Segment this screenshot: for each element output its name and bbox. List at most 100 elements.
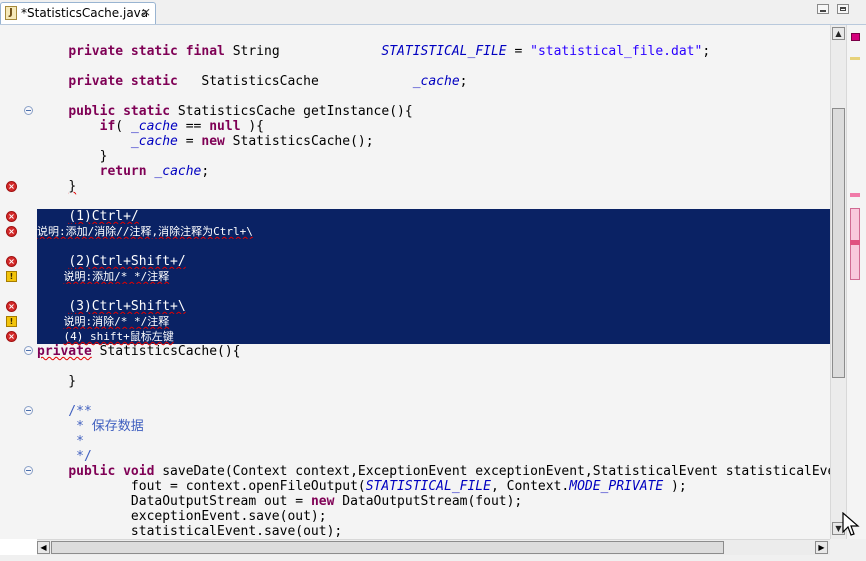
code-line[interactable]: private StatisticsCache(){ xyxy=(37,344,830,359)
editor-tab[interactable]: J *StatisticsCache.java ⨯ xyxy=(0,2,156,24)
code-line[interactable] xyxy=(37,359,830,374)
code-token: StatisticsCache(){ xyxy=(91,344,241,359)
code-line[interactable]: _cache = new StatisticsCache(); xyxy=(37,134,830,149)
code-line-selected[interactable]: 说明:添加/* */注释 xyxy=(37,269,830,284)
vertical-scroll-thumb[interactable] xyxy=(832,108,845,378)
code-token: return xyxy=(99,164,155,179)
mouse-cursor-icon xyxy=(842,512,860,536)
code-token: , Context. xyxy=(490,479,570,494)
code-token: = xyxy=(506,44,531,59)
code-token: ; xyxy=(201,164,210,179)
code-line[interactable]: } xyxy=(37,179,830,194)
code-line[interactable]: if( _cache == null ){ xyxy=(37,119,830,134)
error-icon[interactable]: × xyxy=(6,256,17,267)
code-token: 说明:添加/* */注释 xyxy=(63,270,170,283)
code-token: StatisticsCache(); xyxy=(224,134,374,149)
code-area[interactable]: private static final String STATISTICAL_… xyxy=(37,25,830,539)
code-line[interactable]: * 保存数据 xyxy=(37,419,830,434)
code-line-selected[interactable] xyxy=(37,284,830,299)
scroll-up-button[interactable]: ▲ xyxy=(832,27,845,40)
code-token: */ xyxy=(37,449,92,464)
code-line-selected[interactable]: (1)Ctrl+/ xyxy=(37,209,830,224)
code-line[interactable] xyxy=(37,59,830,74)
code-token: ; xyxy=(459,74,468,89)
code-line[interactable]: /** xyxy=(37,404,830,419)
code-line[interactable]: } xyxy=(37,149,830,164)
error-marker[interactable] xyxy=(850,240,860,245)
code-token: ; xyxy=(702,44,711,59)
code-token: } xyxy=(68,179,77,194)
code-token: _cache xyxy=(412,74,460,89)
fold-icon[interactable] xyxy=(24,466,33,475)
code-editor[interactable]: × × × ×! ×! × private static final String STA… xyxy=(0,25,830,539)
warning-marker[interactable] xyxy=(850,57,860,60)
scroll-right-button[interactable]: ▶ xyxy=(815,541,828,554)
code-line[interactable]: private static final String STATISTICAL_… xyxy=(37,44,830,59)
code-token: private static final xyxy=(68,44,233,59)
fold-icon[interactable] xyxy=(24,406,33,415)
code-line[interactable]: public void saveDate(Context context,Exc… xyxy=(37,464,830,479)
code-token: STATISTICAL_FILE xyxy=(365,479,491,494)
code-line[interactable]: private static StatisticsCache _cache; xyxy=(37,74,830,89)
code-line-selected[interactable]: 说明:添加/消除//注释,消除注释为Ctrl+\ xyxy=(37,224,830,239)
code-token: } xyxy=(37,374,77,389)
bottom-border xyxy=(0,555,866,561)
code-line-selected[interactable]: (3)Ctrl+Shift+\ xyxy=(37,299,830,314)
code-token: if xyxy=(99,119,116,134)
code-token: DataOutputStream(fout); xyxy=(334,494,523,509)
code-line[interactable]: */ xyxy=(37,449,830,464)
code-line[interactable] xyxy=(37,89,830,104)
code-line[interactable]: statisticalEvent.save(out); xyxy=(37,524,830,539)
error-marker[interactable] xyxy=(850,193,860,197)
code-token: ); xyxy=(663,479,687,494)
code-line[interactable] xyxy=(37,194,830,209)
code-line-selected[interactable]: (2)Ctrl+Shift+/ xyxy=(37,254,830,269)
code-token: StatisticsCache xyxy=(185,74,413,89)
code-token: private xyxy=(37,344,92,359)
code-line[interactable]: } xyxy=(37,374,830,389)
error-icon[interactable]: × xyxy=(6,181,17,192)
scroll-left-button[interactable]: ◀ xyxy=(37,541,50,554)
minimize-icon[interactable] xyxy=(817,4,829,14)
code-token: fout = context.openFileOutput( xyxy=(37,479,366,494)
warning-icon[interactable]: ! xyxy=(6,316,17,327)
code-line-selected[interactable] xyxy=(37,239,830,254)
code-token: new xyxy=(201,134,225,149)
error-icon[interactable]: × xyxy=(6,226,17,237)
code-line[interactable] xyxy=(37,389,830,404)
code-token: (3)Ctrl+Shift+\ xyxy=(68,299,186,314)
close-icon[interactable]: ⨯ xyxy=(139,5,153,19)
code-line-selected[interactable]: 说明:消除/* */注释 xyxy=(37,314,830,329)
code-line[interactable]: exceptionEvent.save(out); xyxy=(37,509,830,524)
error-icon[interactable]: × xyxy=(6,331,17,342)
code-line[interactable]: public static StatisticsCache getInstanc… xyxy=(37,104,830,119)
vertical-scrollbar[interactable]: ▲ ▼ xyxy=(830,25,846,539)
code-token: _cache xyxy=(130,119,178,134)
code-token: (4) shift+鼠标左键 xyxy=(63,330,174,343)
code-line[interactable]: * xyxy=(37,434,830,449)
maximize-icon[interactable] xyxy=(837,4,849,14)
horizontal-scroll-thumb[interactable] xyxy=(51,541,724,554)
error-icon[interactable]: × xyxy=(6,211,17,222)
warning-icon[interactable]: ! xyxy=(6,271,17,282)
fold-icon[interactable] xyxy=(24,106,33,115)
code-line[interactable]: fout = context.openFileOutput(STATISTICA… xyxy=(37,479,830,494)
code-line-selected[interactable]: (4) shift+鼠标左键 xyxy=(37,329,830,344)
error-overview-icon[interactable] xyxy=(851,33,860,41)
code-token: "statistical_file.dat" xyxy=(530,44,703,59)
fold-icon[interactable] xyxy=(24,346,33,355)
code-line[interactable]: DataOutputStream out = new DataOutputStr… xyxy=(37,494,830,509)
horizontal-scrollbar[interactable]: ◀ ▶ xyxy=(37,539,830,555)
code-token: * 保存数据 xyxy=(37,419,144,434)
overview-ruler[interactable] xyxy=(846,25,866,539)
code-line[interactable]: return _cache; xyxy=(37,164,830,179)
error-icon[interactable]: × xyxy=(6,301,17,312)
